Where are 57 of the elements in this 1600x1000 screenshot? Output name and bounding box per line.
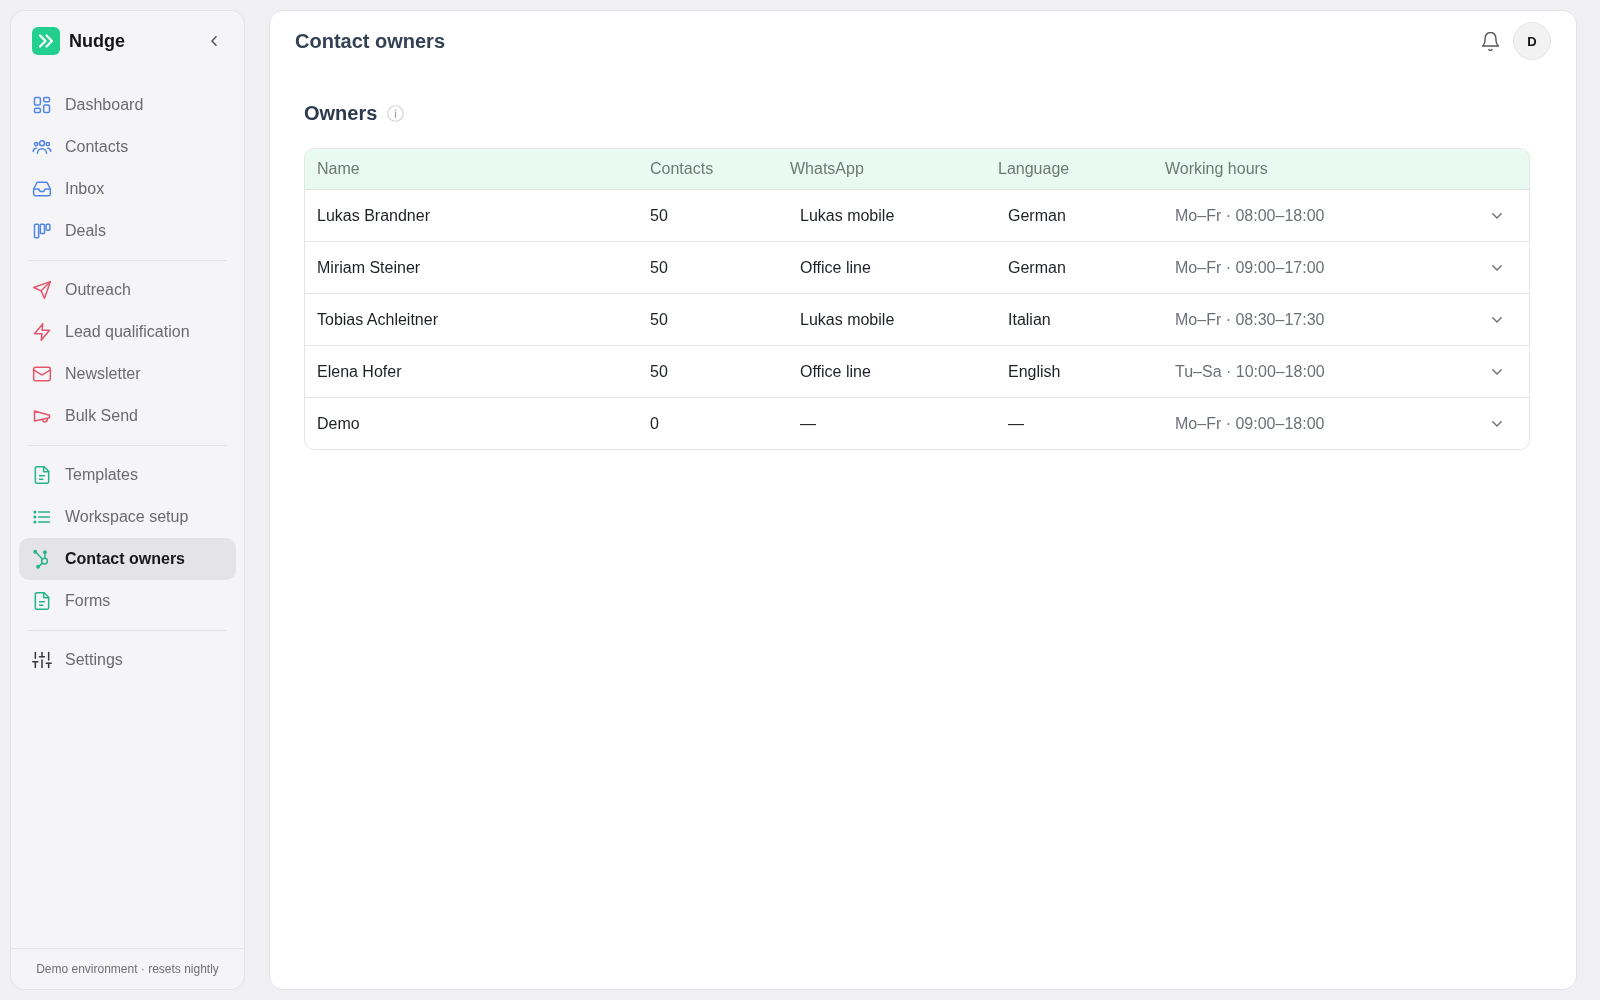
table-cell-text: German [1007, 205, 1067, 226]
logo-icon [32, 27, 60, 55]
table-cell-text: — [1007, 413, 1025, 434]
nav-item[interactable]: Templates [19, 454, 236, 496]
column-header: Name [316, 159, 361, 179]
column-header: Language [997, 159, 1071, 179]
table-cell-text: Tobias Achleitner [316, 309, 439, 330]
page-title: Contact owners [295, 29, 446, 53]
nav-item[interactable]: Lead qualification [19, 311, 236, 353]
nav-item[interactable]: Newsletter [19, 353, 236, 395]
chevron-down-icon[interactable] [1492, 212, 1502, 219]
nav-item[interactable]: Outreach [19, 269, 236, 311]
chevron-down-icon[interactable] [1492, 316, 1502, 323]
table-cell-text: Lukas Brandner [316, 205, 431, 226]
table-cell-text: 50 [649, 257, 669, 278]
table-cell-text: Lukas mobile [799, 309, 896, 330]
avatar[interactable]: D [1513, 22, 1551, 60]
table-cell-text: Demo [316, 413, 361, 434]
column-header: WhatsApp [789, 159, 865, 179]
brand-name: Nudge [69, 30, 125, 52]
chevron-down-icon[interactable] [1492, 420, 1502, 427]
table-cell-text: Lukas mobile [799, 205, 896, 226]
nav-item[interactable]: Inbox [19, 168, 236, 210]
table-cell-text: Mo–Fr · 08:30–17:30 [1174, 309, 1326, 330]
nav-item[interactable]: Dashboard [19, 84, 236, 126]
table-cell-text: Elena Hofer [316, 361, 403, 382]
column-header: Contacts [649, 159, 715, 179]
table-cell-text: Mo–Fr · 09:00–17:00 [1174, 257, 1326, 278]
table-cell-text: Mo–Fr · 08:00–18:00 [1174, 205, 1326, 226]
table-cell-text: Italian [1007, 309, 1052, 330]
table-cell-text: Office line [799, 257, 872, 278]
table-cell-text: German [1007, 257, 1067, 278]
table-cell-text: English [1007, 361, 1062, 382]
section-title: Owners [304, 101, 378, 125]
table-cell-text: Miriam Steiner [316, 257, 422, 278]
table-cell-text: 50 [649, 205, 669, 226]
chevron-left-icon[interactable] [211, 36, 217, 46]
table-cell-text: 50 [649, 361, 669, 382]
table-cell-text: Mo–Fr · 09:00–18:00 [1174, 413, 1326, 434]
chevron-down-icon[interactable] [1492, 264, 1502, 271]
table-cell-text: Tu–Sa · 10:00–18:00 [1174, 361, 1326, 382]
nav-item[interactable]: Bulk Send [19, 395, 236, 437]
bell-icon[interactable] [1482, 31, 1499, 51]
table-cell-text: 0 [649, 413, 660, 434]
table-cell-text: 50 [649, 309, 669, 330]
footer-note: Demo environment · resets nightly [36, 962, 219, 976]
column-header: Working hours [1164, 159, 1269, 179]
table-cell-text: — [799, 413, 817, 434]
table-cell-text: Office line [799, 361, 872, 382]
nav-item[interactable]: Settings [19, 639, 236, 681]
chevron-down-icon[interactable] [1492, 368, 1502, 375]
nav-item[interactable]: Forms [19, 580, 236, 622]
info-icon [387, 104, 405, 122]
nav-item[interactable]: Contacts [19, 126, 236, 168]
nav-item[interactable]: Workspace setup [19, 496, 236, 538]
nav-item[interactable]: Deals [19, 210, 236, 252]
nav-item[interactable]: Contact owners [19, 538, 236, 580]
